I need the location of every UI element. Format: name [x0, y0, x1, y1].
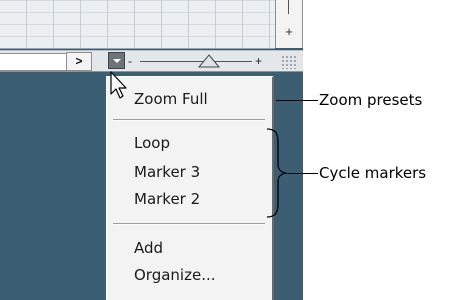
vertical-scroll-thumb[interactable] [288, 0, 289, 14]
menu-item-marker-3[interactable]: Marker 3 [134, 161, 200, 183]
menu-item-marker-2[interactable]: Marker 2 [134, 188, 200, 210]
zoom-presets-leader-line [276, 100, 318, 101]
vertical-zoom-scrollbar[interactable]: + [275, 0, 303, 48]
zoom-presets-menu: Zoom Full Loop Marker 3 Marker 2 Add Org… [106, 76, 274, 300]
zoom-in-button[interactable]: + [255, 53, 262, 69]
menu-separator [113, 223, 265, 225]
cycle-markers-callout: Cycle markers [319, 164, 427, 182]
track-grid[interactable] [0, 0, 275, 49]
horizontal-scrollbar[interactable] [0, 53, 67, 71]
scroll-right-button[interactable]: > [66, 52, 92, 71]
resize-grip-icon[interactable] [281, 55, 297, 69]
zoom-presets-callout: Zoom presets [319, 91, 423, 109]
zoom-slider-track[interactable] [140, 61, 252, 62]
zoom-out-button[interactable]: - [128, 53, 132, 69]
zoom-slider-thumb[interactable] [198, 54, 221, 68]
menu-item-add[interactable]: Add [134, 237, 163, 259]
menu-item-loop[interactable]: Loop [134, 132, 170, 154]
window-border [303, 0, 305, 300]
menu-item-zoom-full[interactable]: Zoom Full [134, 88, 208, 110]
vertical-zoom-in-button[interactable]: + [276, 24, 302, 40]
arrow-pointer-icon [110, 71, 127, 99]
zoom-presets-button[interactable] [108, 52, 125, 69]
menu-item-organize[interactable]: Organize... [134, 264, 216, 286]
project-window: + > - + Zoom Full Loop Marker 3 Marker 2… [0, 0, 305, 300]
horizontal-scroll-zoom-bar: > - + [0, 50, 303, 72]
menu-separator [113, 119, 265, 121]
cycle-markers-leader-line [286, 173, 318, 174]
